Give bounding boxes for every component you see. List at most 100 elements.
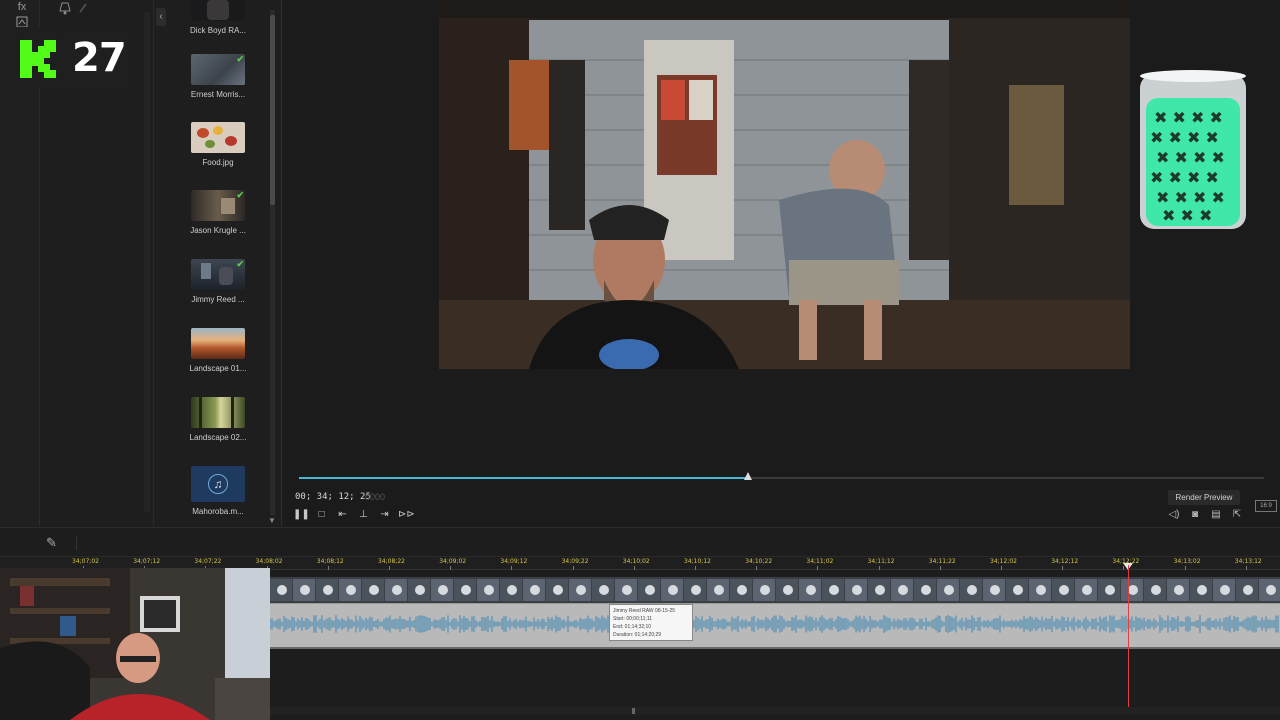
svg-text:✖ ✖ ✖ ✖: ✖ ✖ ✖ ✖ (1154, 108, 1223, 127)
collapse-panel-button[interactable]: ‹ (156, 8, 166, 26)
snapshot-marker-icon[interactable]: ⊥ (356, 508, 371, 521)
ruler-tick (1245, 566, 1247, 570)
media-item[interactable]: ✔ Jimmy Reed ... (183, 259, 253, 304)
library-folder-scrollbar[interactable] (144, 12, 150, 512)
svg-text:✖ ✖ ✖: ✖ ✖ ✖ (1162, 206, 1212, 225)
filmstrip-figure (553, 585, 563, 595)
filmstrip-figure (507, 585, 517, 595)
ruler-label: 34;10;02 (622, 558, 650, 565)
ruler-label: 34;07;12 (133, 558, 161, 565)
filmstrip-figure (1243, 585, 1253, 595)
filmstrip-figure (668, 585, 678, 595)
playhead-line[interactable] (1128, 565, 1129, 708)
ruler-label: 34;10;12 (684, 558, 711, 565)
filmstrip-figure (944, 585, 954, 595)
filmstrip-figure (1059, 585, 1069, 595)
timeline-scrollbar-thumb[interactable] (632, 708, 635, 714)
filmstrip-figure (277, 585, 287, 595)
filmstrip-figure (1197, 585, 1207, 595)
in-use-check-icon: ✔ (236, 54, 244, 64)
filmstrip-figure (599, 585, 609, 595)
media-thumbnail (191, 328, 245, 359)
ruler-label: 34;07;22 (194, 558, 222, 565)
svg-text:✖ ✖ ✖ ✖: ✖ ✖ ✖ ✖ (1156, 188, 1225, 207)
volume-icon[interactable]: ◁) (1167, 508, 1181, 521)
media-thumbnail (191, 122, 245, 153)
filmstrip-figure (576, 585, 586, 595)
subtitle-icon[interactable]: ▤ (1209, 508, 1223, 521)
clip-info-tooltip: Jimmy Reed RAW 08-15-25 Start: 00;00;11;… (609, 604, 693, 641)
ruler-label: 34;11;12 (867, 558, 895, 565)
filmstrip-figure (530, 585, 540, 595)
filmstrip-figure (829, 585, 839, 595)
filmstrip-figure (484, 585, 494, 595)
timeline-toolbar: ✎ (0, 527, 1280, 557)
filmstrip-figure (898, 585, 908, 595)
media-item-label: Dick Boyd RA... (189, 26, 246, 35)
preview-scrubber[interactable] (299, 472, 1264, 480)
svg-text:✖ ✖ ✖ ✖: ✖ ✖ ✖ ✖ (1150, 168, 1219, 187)
ruler-tick (1062, 566, 1064, 570)
stop-icon[interactable]: □ (314, 508, 329, 521)
filmstrip-figure (323, 585, 333, 595)
ruler-label: 34;09;02 (439, 558, 467, 565)
media-thumbnail: ✔ (191, 54, 245, 85)
pause-icon[interactable]: ❚❚ (293, 508, 310, 521)
filmstrip-figure (346, 585, 356, 595)
ruler-tick (572, 566, 574, 570)
ruler-tick (1184, 566, 1186, 570)
k-logo-icon (16, 36, 60, 80)
aspect-ratio-button[interactable]: 16:9 (1255, 500, 1277, 512)
media-item[interactable]: ♫ Mahoroba.m... (183, 466, 253, 516)
filmstrip-figure (369, 585, 379, 595)
filmstrip-figure (645, 585, 655, 595)
filmstrip-figure (1036, 585, 1046, 595)
scrubber-handle[interactable] (743, 472, 752, 480)
token-jar-overlay: ✖ ✖ ✖ ✖ ✖ ✖ ✖ ✖ ✖ ✖ ✖ ✖ ✖ ✖ ✖ ✖ ✖ ✖ ✖ ✖ … (1140, 70, 1246, 229)
ruler-tick (756, 566, 758, 570)
ruler-label: 34;10;22 (745, 558, 773, 565)
timecode-display[interactable]: 00; 34; 12; 25 (295, 492, 371, 502)
library-scrollbar[interactable] (270, 10, 275, 515)
ruler-tick (389, 566, 390, 570)
library-scrollbar-thumb[interactable] (270, 15, 275, 205)
fx-icon[interactable]: fx (14, 0, 30, 14)
filmstrip-figure (714, 585, 724, 595)
filmstrip-figure (415, 585, 425, 595)
filmstrip-figure (461, 585, 471, 595)
media-item[interactable]: ✔ Ernest Morris... (183, 54, 253, 99)
fast-forward-icon[interactable]: ⊳⊳ (398, 508, 415, 521)
ruler-label: 34;08;02 (255, 558, 283, 565)
media-item[interactable]: Dick Boyd RA... (183, 0, 253, 35)
filmstrip-figure (1266, 585, 1276, 595)
timeline-scrollbar[interactable] (270, 707, 1280, 715)
next-frame-icon[interactable]: ⇥ (377, 508, 392, 521)
media-item[interactable]: Landscape 02... (183, 397, 253, 442)
prev-frame-icon[interactable]: ⇤ (335, 508, 350, 521)
media-item-label: Jimmy Reed ... (191, 295, 245, 304)
ruler-label: 34;08;12 (316, 558, 344, 565)
filmstrip-figure (1082, 585, 1092, 595)
media-item-label: Landscape 01... (189, 364, 247, 373)
filmstrip-figure (783, 585, 793, 595)
media-item[interactable]: Landscape 01... (183, 328, 253, 373)
ruler-label: 34;11;22 (928, 558, 956, 565)
ruler-label: 34;09;22 (561, 558, 589, 565)
ruler-tick (450, 566, 452, 570)
popout-icon[interactable]: ⇱ (1230, 508, 1244, 521)
svg-text:✖ ✖ ✖ ✖: ✖ ✖ ✖ ✖ (1156, 148, 1225, 167)
ruler-tick (939, 566, 941, 570)
ruler-tick (327, 566, 329, 570)
library-divider (153, 0, 154, 526)
media-item[interactable]: ✔ Jason Krugle ... (183, 190, 253, 235)
porch-scene-image (439, 0, 1130, 369)
render-preview-button[interactable]: Render Preview (1168, 490, 1240, 505)
pen-icon[interactable]: ✎ (46, 535, 57, 551)
media-item[interactable]: Food.jpg (183, 122, 253, 167)
media-item-label: Food.jpg (202, 158, 234, 167)
ruler-label: 34;07;02 (72, 558, 99, 565)
camera-icon[interactable]: ◙ (1188, 508, 1202, 521)
video-preview (439, 0, 1130, 369)
scroll-down-icon[interactable]: ▼ (268, 516, 276, 525)
ruler-tick (633, 566, 635, 570)
